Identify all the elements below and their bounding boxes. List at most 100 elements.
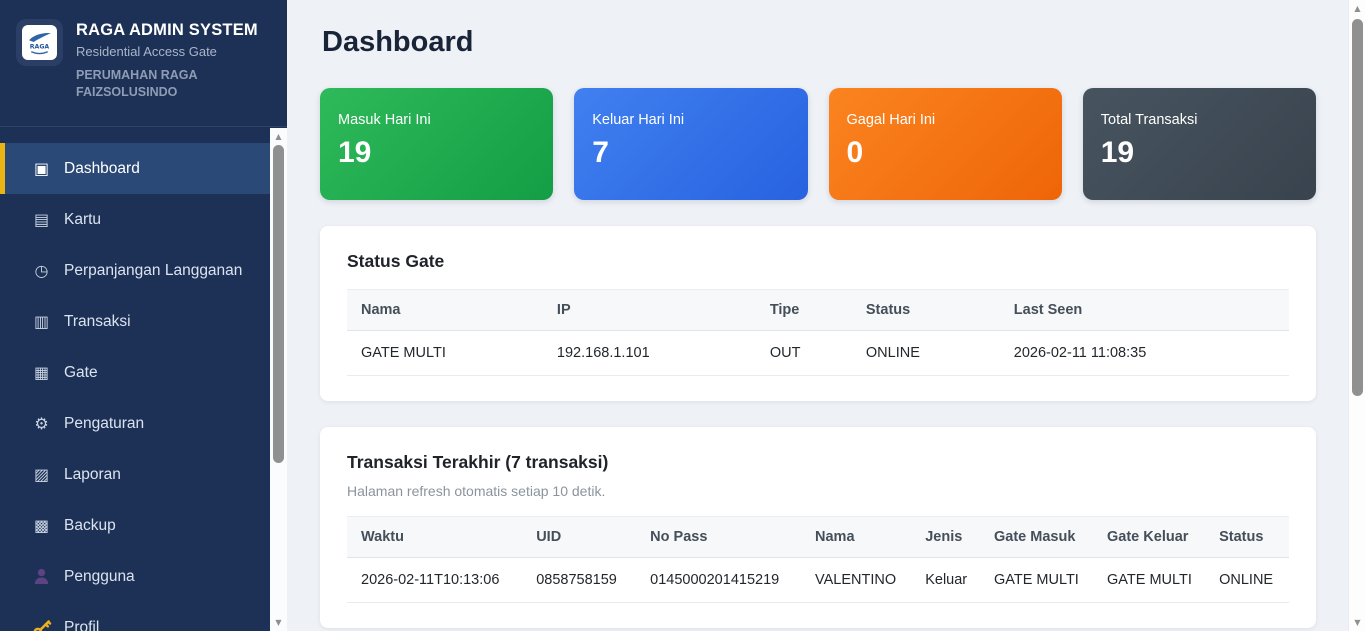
column-header-status: Status	[1205, 517, 1289, 558]
settings-gear-icon: ⚙	[30, 416, 53, 432]
main-scrollbar[interactable]: ▲ ▼	[1348, 0, 1365, 631]
stat-card-value: 0	[847, 136, 1044, 170]
sidebar-item-perpanjangan-langganan[interactable]: ◷ Perpanjangan Langganan	[0, 245, 270, 296]
table-cell: ONLINE	[852, 331, 1000, 376]
table-cell: 0858758159	[522, 558, 636, 603]
stat-cards: Masuk Hari Ini 19 Keluar Hari Ini 7 Gagal Ha…	[320, 88, 1316, 200]
dashboard-icon: ▣	[30, 161, 53, 177]
sidebar-item-pengguna[interactable]: Pengguna	[0, 551, 270, 602]
sidebar: RAGA RAGA ADMIN SYSTEM Residential Acces…	[0, 0, 287, 631]
sidebar-item-label: Kartu	[64, 211, 101, 229]
brand-text: RAGA ADMIN SYSTEM Residential Access Gat…	[76, 19, 258, 126]
sidebar-item-label: Profil	[64, 619, 99, 631]
column-header-jenis: Jenis	[911, 517, 980, 558]
column-header-last-seen: Last Seen	[1000, 290, 1289, 331]
stat-card-label: Masuk Hari Ini	[338, 112, 535, 128]
backup-icon: ▩	[30, 518, 53, 534]
column-header-gate-keluar: Gate Keluar	[1093, 517, 1205, 558]
transactions-title: Transaksi Terakhir (7 transaksi)	[347, 452, 1289, 473]
status-gate-body: GATE MULTI192.168.1.101OUTONLINE2026-02-…	[347, 331, 1289, 376]
column-header-status: Status	[852, 290, 1000, 331]
sidebar-item-profil[interactable]: Profil	[0, 602, 270, 631]
table-cell: ONLINE	[1205, 558, 1289, 603]
table-cell: 0145000201415219	[636, 558, 801, 603]
status-gate-panel: Status Gate NamaIPTipeStatusLast Seen GA…	[320, 226, 1316, 401]
transactions-header-row: WaktuUIDNo PassNamaJenisGate MasukGate K…	[347, 517, 1289, 558]
sidebar-item-label: Backup	[64, 517, 116, 535]
transactions-subtitle: Halaman refresh otomatis setiap 10 detik…	[347, 483, 1289, 499]
stat-card-masuk-hari-ini: Masuk Hari Ini 19	[320, 88, 553, 200]
page-title: Dashboard	[322, 26, 1316, 59]
gate-icon: ▦	[30, 365, 53, 381]
stat-card-value: 19	[1101, 136, 1298, 170]
table-cell: GATE MULTI	[980, 558, 1093, 603]
sidebar-menu: ▣ Dashboard ▤ Kartu ◷ Perpanjangan Langganan ▥…	[0, 128, 270, 631]
sidebar-header: RAGA RAGA ADMIN SYSTEM Residential Acces…	[0, 0, 287, 127]
sidebar-item-label: Dashboard	[64, 160, 140, 178]
scroll-up-icon[interactable]: ▲	[270, 129, 287, 144]
column-header-ip: IP	[543, 290, 756, 331]
sidebar-item-label: Pengaturan	[64, 415, 144, 433]
scroll-up-icon[interactable]: ▲	[1349, 1, 1365, 16]
sidebar-item-label: Perpanjangan Langganan	[64, 262, 242, 280]
table-cell: GATE MULTI	[347, 331, 543, 376]
column-header-tipe: Tipe	[756, 290, 852, 331]
stat-card-total-transaksi: Total Transaksi 19	[1083, 88, 1316, 200]
main-area: Dashboard Masuk Hari Ini 19 Keluar Hari In…	[287, 0, 1365, 631]
user-icon	[30, 567, 53, 586]
stat-card-value: 19	[338, 136, 535, 170]
stat-card-label: Gagal Hari Ini	[847, 112, 1044, 128]
table-cell: 2026-02-11 11:08:35	[1000, 331, 1289, 376]
table-row: 2026-02-11T10:13:06085875815901450002014…	[347, 558, 1289, 603]
sidebar-item-dashboard[interactable]: ▣ Dashboard	[0, 143, 270, 194]
table-cell: VALENTINO	[801, 558, 911, 603]
report-icon: ▨	[30, 467, 53, 483]
sidebar-item-label: Transaksi	[64, 313, 131, 331]
sidebar-item-gate[interactable]: ▦ Gate	[0, 347, 270, 398]
app-subtitle: Residential Access Gate	[76, 44, 258, 59]
table-cell: GATE MULTI	[1093, 558, 1205, 603]
scroll-down-icon[interactable]: ▼	[270, 615, 287, 630]
org-name: PERUMAHAN RAGA FAIZSOLUSINDO	[76, 67, 238, 101]
transactions-table: WaktuUIDNo PassNamaJenisGate MasukGate K…	[347, 516, 1289, 603]
column-header-gate-masuk: Gate Masuk	[980, 517, 1093, 558]
sidebar-item-kartu[interactable]: ▤ Kartu	[0, 194, 270, 245]
app-logo: RAGA	[16, 19, 63, 66]
column-header-waktu: Waktu	[347, 517, 522, 558]
stat-card-label: Total Transaksi	[1101, 112, 1298, 128]
table-cell: OUT	[756, 331, 852, 376]
sidebar-item-label: Pengguna	[64, 568, 135, 586]
status-gate-title: Status Gate	[347, 251, 1289, 272]
main-content: Dashboard Masuk Hari Ini 19 Keluar Hari In…	[287, 0, 1348, 631]
app-title: RAGA ADMIN SYSTEM	[76, 21, 258, 40]
sidebar-item-label: Laporan	[64, 466, 121, 484]
stat-card-label: Keluar Hari Ini	[592, 112, 789, 128]
stopwatch-icon: ◷	[30, 263, 53, 279]
sidebar-scrollbar-thumb[interactable]	[273, 145, 284, 463]
svg-text:RAGA: RAGA	[30, 44, 50, 51]
raga-logo-icon: RAGA	[22, 25, 57, 60]
stat-card-keluar-hari-ini: Keluar Hari Ini 7	[574, 88, 807, 200]
sidebar-item-pengaturan[interactable]: ⚙ Pengaturan	[0, 398, 270, 449]
transactions-body: 2026-02-11T10:13:06085875815901450002014…	[347, 558, 1289, 603]
sidebar-item-laporan[interactable]: ▨ Laporan	[0, 449, 270, 500]
column-header-no-pass: No Pass	[636, 517, 801, 558]
key-icon	[30, 618, 53, 631]
sidebar-scrollbar[interactable]: ▲ ▼	[270, 128, 287, 631]
table-cell: Keluar	[911, 558, 980, 603]
scroll-down-icon[interactable]: ▼	[1349, 615, 1365, 630]
sidebar-item-transaksi[interactable]: ▥ Transaksi	[0, 296, 270, 347]
transactions-icon: ▥	[30, 314, 53, 330]
stat-card-gagal-hari-ini: Gagal Hari Ini 0	[829, 88, 1062, 200]
sidebar-item-backup[interactable]: ▩ Backup	[0, 500, 270, 551]
main-scrollbar-thumb[interactable]	[1352, 19, 1363, 396]
table-row: GATE MULTI192.168.1.101OUTONLINE2026-02-…	[347, 331, 1289, 376]
column-header-nama: Nama	[801, 517, 911, 558]
column-header-nama: Nama	[347, 290, 543, 331]
card-icon: ▤	[30, 212, 53, 228]
status-gate-header-row: NamaIPTipeStatusLast Seen	[347, 290, 1289, 331]
table-cell: 2026-02-11T10:13:06	[347, 558, 522, 603]
sidebar-item-label: Gate	[64, 364, 98, 382]
transactions-panel: Transaksi Terakhir (7 transaksi) Halaman…	[320, 427, 1316, 628]
stat-card-value: 7	[592, 136, 789, 170]
